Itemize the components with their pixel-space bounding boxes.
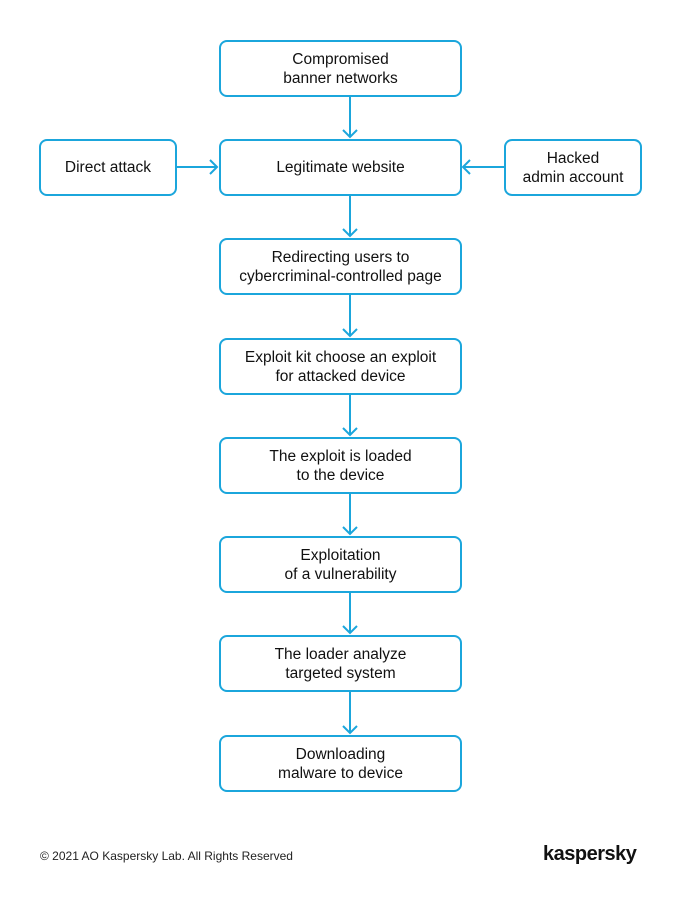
node-compromised-banner-networks: Compromised banner networks xyxy=(219,40,462,97)
arrow-exploit-kit-to-loaded xyxy=(342,394,358,437)
node-exploit-kit: Exploit kit choose an exploit for attack… xyxy=(219,338,462,395)
arrow-loaded-to-exploitation xyxy=(342,493,358,536)
node-redirecting-users: Redirecting users to cybercriminal-contr… xyxy=(219,238,462,295)
arrow-admin-to-website xyxy=(461,159,504,175)
arrow-loader-to-download xyxy=(342,691,358,735)
node-exploit-loaded: The exploit is loaded to the device xyxy=(219,437,462,494)
copyright-text: © 2021 AO Kaspersky Lab. All Rights Rese… xyxy=(40,849,293,863)
node-downloading-malware: Downloading malware to device xyxy=(219,735,462,792)
arrow-redirect-to-exploit-kit xyxy=(342,294,358,338)
kaspersky-logo: kaspersky xyxy=(543,843,637,865)
node-direct-attack: Direct attack xyxy=(39,139,177,196)
arrow-banner-to-website xyxy=(342,96,358,139)
arrow-exploitation-to-loader xyxy=(342,592,358,635)
arrow-direct-to-website xyxy=(176,159,219,175)
node-hacked-admin-account: Hacked admin account xyxy=(504,139,642,196)
node-exploitation: Exploitation of a vulnerability xyxy=(219,536,462,593)
arrow-website-to-redirect xyxy=(342,195,358,238)
node-loader-analyze: The loader analyze targeted system xyxy=(219,635,462,692)
node-legitimate-website: Legitimate website xyxy=(219,139,462,196)
